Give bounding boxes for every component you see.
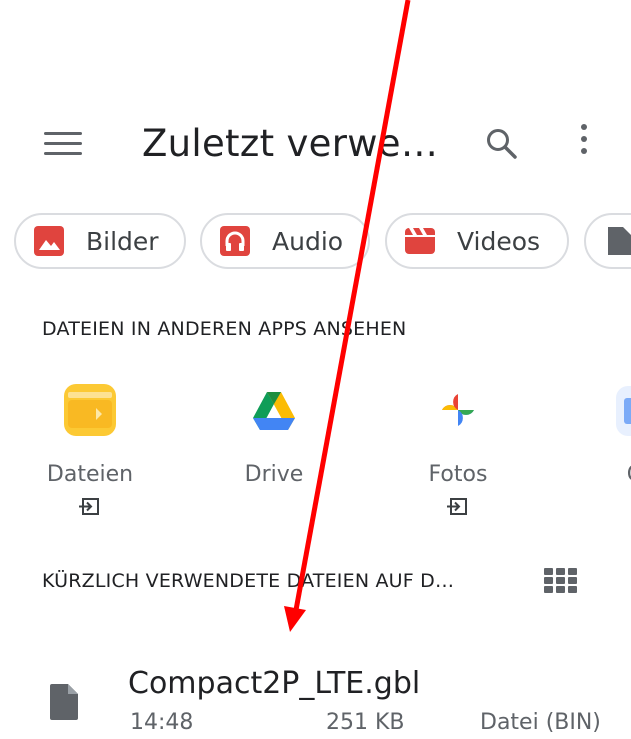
dateien-app-icon <box>20 378 160 448</box>
file-size: 251 KB <box>326 710 405 735</box>
other-apps-row: Dateien Drive Fotos <box>0 378 631 528</box>
gallery-app-icon <box>572 378 631 448</box>
category-chips: Bilder Audio Videos <box>0 213 631 275</box>
chip-label: Audio <box>272 226 344 256</box>
image-icon <box>34 226 64 256</box>
chip-documents[interactable] <box>584 213 631 269</box>
page-title: Zuletzt verwe… <box>142 122 439 165</box>
hamburger-menu-icon[interactable] <box>44 132 82 160</box>
app-label: Ga <box>572 462 631 487</box>
app-label: Drive <box>244 462 304 487</box>
google-photos-icon <box>388 378 528 448</box>
section-title-other-apps: DATEIEN IN ANDEREN APPS ANSEHEN <box>42 318 407 340</box>
movie-icon <box>405 228 435 254</box>
file-type: Datei (BIN) <box>480 710 601 735</box>
file-time: 14:48 <box>130 710 194 735</box>
section-title-recent-files: KÜRZLICH VERWENDETE DATEIEN AUF D… <box>42 570 455 592</box>
open-in-app-icon <box>445 496 471 518</box>
grid-view-icon[interactable] <box>544 568 578 594</box>
app-label: Fotos <box>428 462 488 487</box>
chip-bilder[interactable]: Bilder <box>14 213 186 269</box>
chip-label: Videos <box>457 226 541 256</box>
file-icon <box>50 684 78 720</box>
app-label: Dateien <box>46 462 134 487</box>
document-icon <box>604 226 631 256</box>
search-icon[interactable] <box>484 126 520 162</box>
headphones-icon <box>220 226 250 256</box>
chip-videos[interactable]: Videos <box>385 213 569 269</box>
file-list-item[interactable]: Compact2P_LTE.gbl 14:48 251 KB Datei (BI… <box>0 660 631 739</box>
open-in-app-icon <box>77 496 103 518</box>
chip-label: Bilder <box>86 226 159 256</box>
google-drive-icon <box>204 378 344 448</box>
top-app-bar: Zuletzt verwe… <box>0 100 631 190</box>
file-name: Compact2P_LTE.gbl <box>128 666 421 701</box>
more-vert-icon[interactable] <box>572 124 596 164</box>
chip-audio[interactable]: Audio <box>200 213 370 269</box>
